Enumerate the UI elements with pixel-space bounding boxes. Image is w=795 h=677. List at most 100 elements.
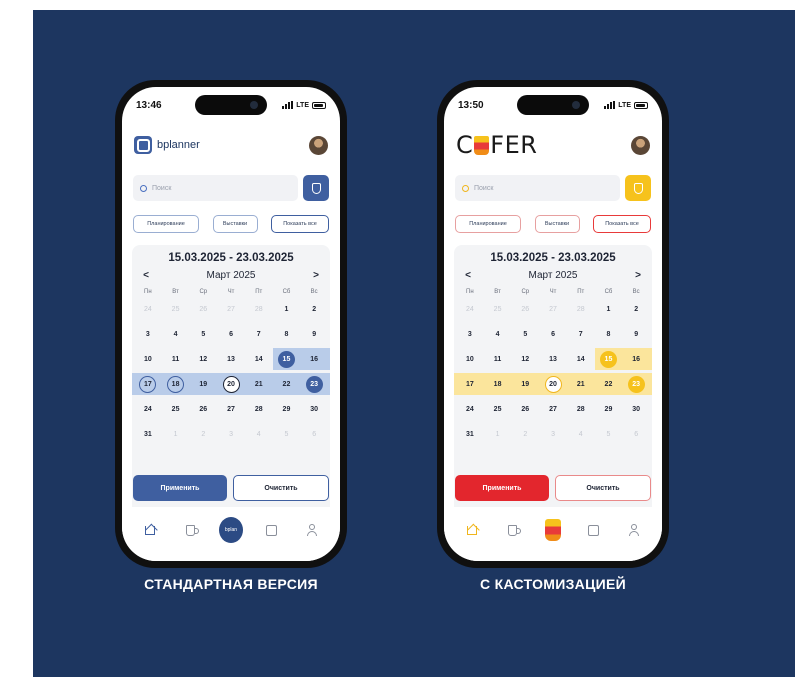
calendar-day[interactable]: 5	[189, 323, 217, 345]
calendar-day[interactable]: 27	[539, 398, 567, 420]
tab-center[interactable]: bplan	[218, 517, 243, 543]
chip-exhibitions[interactable]: Выставки	[534, 215, 580, 233]
calendar-day[interactable]: 27	[217, 298, 245, 320]
calendar-day[interactable]: 8	[273, 323, 301, 345]
calendar-day[interactable]: 14	[245, 348, 273, 370]
calendar-day[interactable]: 2	[622, 298, 650, 320]
calendar-day[interactable]: 16	[300, 348, 328, 370]
calendar-day[interactable]: 18	[162, 373, 190, 395]
avatar[interactable]	[631, 135, 650, 155]
calendar-day[interactable]: 1	[273, 298, 301, 320]
calendar-day[interactable]: 7	[567, 323, 595, 345]
calendar-day[interactable]: 4	[484, 323, 512, 345]
calendar-day[interactable]: 8	[595, 323, 623, 345]
calendar-day[interactable]: 4	[567, 423, 595, 445]
calendar-day[interactable]: 10	[456, 348, 484, 370]
chip-planning[interactable]: Планирование	[455, 215, 521, 233]
calendar-day[interactable]: 11	[484, 348, 512, 370]
chip-exhibitions[interactable]: Выставки	[212, 215, 258, 233]
calendar-day[interactable]: 1	[162, 423, 190, 445]
calendar-day[interactable]: 30	[622, 398, 650, 420]
range-end-day[interactable]: 23	[622, 373, 650, 395]
calendar-day[interactable]: 31	[134, 423, 162, 445]
calendar-day[interactable]: 27	[539, 298, 567, 320]
calendar-day[interactable]: 26	[189, 298, 217, 320]
calendar-day[interactable]: 12	[189, 348, 217, 370]
prev-month-button[interactable]: <	[140, 270, 152, 281]
calendar-day[interactable]: 28	[567, 298, 595, 320]
calendar-day[interactable]: 24	[134, 298, 162, 320]
calendar-day[interactable]: 9	[300, 323, 328, 345]
tab-home[interactable]	[138, 518, 162, 542]
calendar-day[interactable]: 17	[134, 373, 162, 395]
calendar-day[interactable]: 25	[162, 298, 190, 320]
calendar-day[interactable]: 24	[456, 398, 484, 420]
calendar-day[interactable]: 2	[189, 423, 217, 445]
chip-show-all[interactable]: Показать все	[593, 215, 651, 233]
tab-home[interactable]	[460, 518, 484, 542]
chip-planning[interactable]: Планирование	[133, 215, 199, 233]
search-input[interactable]: Поиск	[133, 175, 298, 201]
calendar-day[interactable]: 14	[567, 348, 595, 370]
calendar-day[interactable]: 5	[595, 423, 623, 445]
calendar-day[interactable]: 13	[217, 348, 245, 370]
apply-button[interactable]: Применить	[133, 475, 227, 501]
tab-profile[interactable]	[300, 518, 324, 542]
filter-button[interactable]	[303, 175, 329, 201]
calendar-day[interactable]: 21	[567, 373, 595, 395]
calendar-day[interactable]: 4	[245, 423, 273, 445]
apply-button[interactable]: Применить	[455, 475, 549, 501]
calendar-day[interactable]: 4	[162, 323, 190, 345]
clear-button[interactable]: Очистить	[233, 475, 329, 501]
calendar-day[interactable]: 2	[511, 423, 539, 445]
calendar-day[interactable]: 26	[511, 398, 539, 420]
calendar-day[interactable]: 28	[245, 298, 273, 320]
chip-show-all[interactable]: Показать все	[271, 215, 329, 233]
calendar-day[interactable]: 6	[300, 423, 328, 445]
calendar-day[interactable]: 17	[456, 373, 484, 395]
tab-cards[interactable]	[581, 518, 605, 542]
calendar-day[interactable]: 12	[511, 348, 539, 370]
today-day[interactable]: 20	[217, 373, 245, 395]
calendar-day[interactable]: 3	[456, 323, 484, 345]
calendar-day[interactable]: 25	[484, 298, 512, 320]
range-start-day[interactable]: 15	[273, 348, 301, 370]
calendar-day[interactable]: 25	[484, 398, 512, 420]
next-month-button[interactable]: >	[310, 270, 322, 281]
calendar-day[interactable]: 9	[622, 323, 650, 345]
calendar-day[interactable]: 24	[456, 298, 484, 320]
today-day[interactable]: 20	[539, 373, 567, 395]
calendar-day[interactable]: 1	[484, 423, 512, 445]
calendar-day[interactable]: 10	[134, 348, 162, 370]
tab-profile[interactable]	[622, 518, 646, 542]
calendar-day[interactable]: 16	[622, 348, 650, 370]
calendar-day[interactable]: 28	[567, 398, 595, 420]
calendar-day[interactable]: 24	[134, 398, 162, 420]
tab-cards[interactable]	[259, 518, 283, 542]
calendar-day[interactable]: 26	[189, 398, 217, 420]
range-start-day[interactable]: 15	[595, 348, 623, 370]
calendar-day[interactable]: 18	[484, 373, 512, 395]
calendar-day[interactable]: 6	[622, 423, 650, 445]
next-month-button[interactable]: >	[632, 270, 644, 281]
calendar-day[interactable]: 3	[134, 323, 162, 345]
calendar-day[interactable]: 25	[162, 398, 190, 420]
calendar-day[interactable]: 29	[273, 398, 301, 420]
tab-center[interactable]	[541, 518, 565, 542]
calendar-day[interactable]: 1	[595, 298, 623, 320]
calendar-day[interactable]: 7	[245, 323, 273, 345]
filter-button[interactable]	[625, 175, 651, 201]
range-end-day[interactable]: 23	[300, 373, 328, 395]
calendar-day[interactable]: 6	[217, 323, 245, 345]
calendar-day[interactable]: 5	[511, 323, 539, 345]
calendar-day[interactable]: 27	[217, 398, 245, 420]
calendar-day[interactable]: 5	[273, 423, 301, 445]
calendar-day[interactable]: 21	[245, 373, 273, 395]
calendar-day[interactable]: 26	[511, 298, 539, 320]
prev-month-button[interactable]: <	[462, 270, 474, 281]
calendar-day[interactable]: 30	[300, 398, 328, 420]
calendar-day[interactable]: 19	[511, 373, 539, 395]
calendar-day[interactable]: 28	[245, 398, 273, 420]
tab-orders[interactable]	[501, 518, 525, 542]
calendar-day[interactable]: 19	[189, 373, 217, 395]
